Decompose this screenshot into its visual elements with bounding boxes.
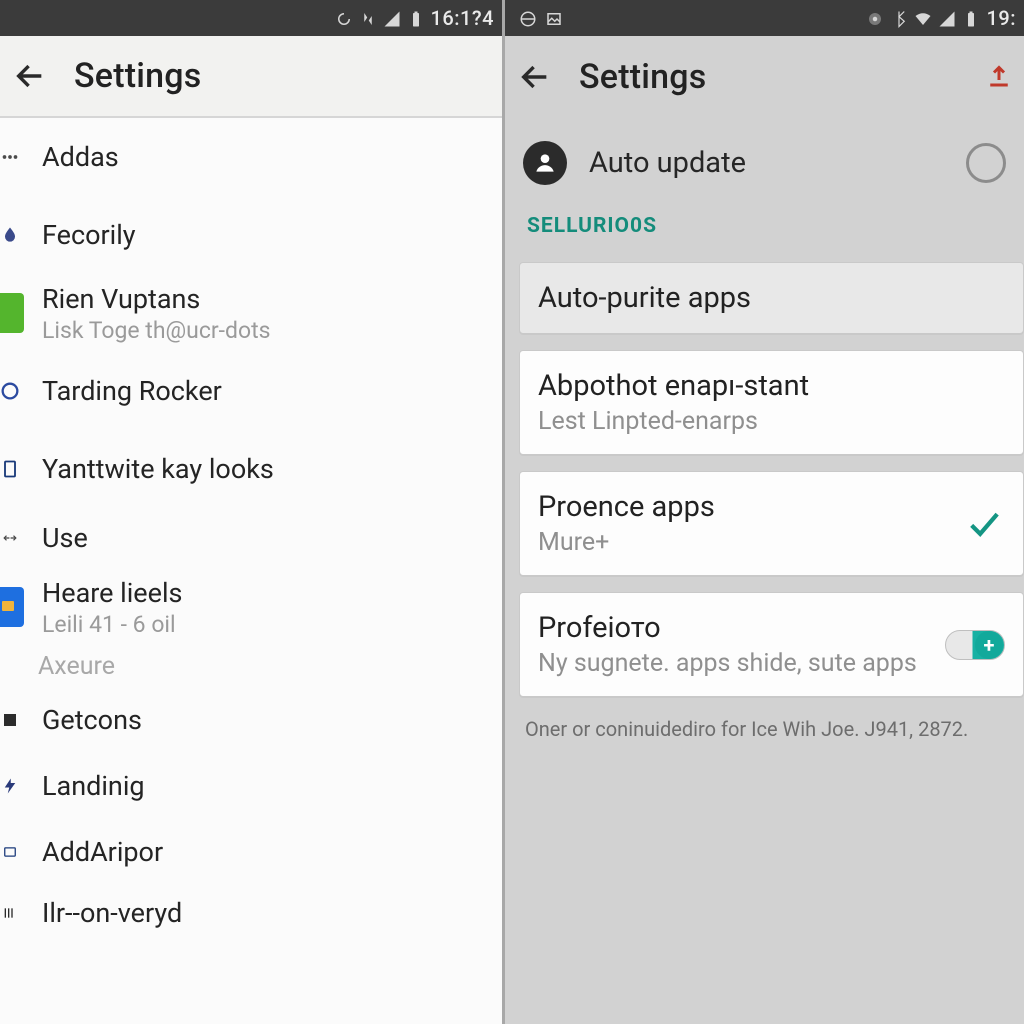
footnote: Oner or coninuidediro for Ice Wih Joe. J… (505, 707, 1024, 741)
compass-icon (519, 9, 537, 27)
left-settings-list: Addas Fecorily Rien Vuptans Lisk Toge th… (0, 118, 502, 1024)
right-appbar: Settings (505, 36, 1024, 118)
left-screen: 16:1?4 Settings Addas (0, 0, 505, 1024)
list-item[interactable]: AddAripor (0, 819, 502, 885)
list-item[interactable]: Heare lieels Leili 41 - 6 oil (0, 568, 502, 646)
list-item-title: Getcons (42, 704, 142, 736)
card-title: Abpothot enapı-stant (538, 369, 809, 403)
page-title: Settings (579, 57, 706, 97)
list-item[interactable]: Getcons (0, 687, 502, 753)
battery-icon (962, 9, 980, 27)
card-title: Profeiото (538, 611, 917, 645)
list-item[interactable]: Landinig (0, 753, 502, 819)
profile-icon (523, 141, 567, 185)
auto-update-label: Auto update (589, 146, 746, 180)
toggle-switch[interactable]: + (945, 630, 1005, 660)
checkmark-icon (961, 507, 1005, 541)
link-icon (0, 524, 24, 552)
card-subtitle: Lest Linpted-enarps (538, 407, 809, 436)
back-button[interactable] (511, 53, 559, 101)
list-item[interactable]: Addas (0, 118, 502, 196)
list-item[interactable]: Use (0, 508, 502, 568)
list-item-title: Fecorily (42, 219, 136, 251)
card-subtitle: Mure+ (538, 528, 715, 557)
card-proence-apps[interactable]: Proence apps Mure+ (519, 471, 1024, 576)
upload-icon[interactable] (984, 60, 1014, 94)
page-title: Settings (74, 56, 201, 96)
status-clock: 19: (986, 6, 1016, 30)
rect-icon (0, 838, 24, 866)
list-item-title: Addas (42, 141, 119, 173)
list-item-subtitle: Lisk Toge th@ucr-dots (42, 317, 271, 344)
card-auto-purite-apps[interactable]: Auto-purite apps (519, 262, 1024, 334)
list-item-title: Tarding Rocker (42, 375, 222, 407)
list-item-title: Landinig (42, 770, 145, 802)
list-item[interactable]: Fecorily (0, 196, 502, 274)
card-title: Auto-purite apps (538, 281, 751, 315)
back-button[interactable] (6, 52, 54, 100)
list-item-subtitle: Leili 41 - 6 oil (42, 611, 182, 638)
dots-icon (0, 143, 24, 171)
section-header: SELLURIO0S (505, 208, 1024, 256)
nfc-icon (359, 9, 377, 27)
list-item[interactable]: Yanttwite kay looks (0, 430, 502, 508)
sync-icon (335, 9, 353, 27)
card-abpothot[interactable]: Abpothot enapı-stant Lest Linpted-enarps (519, 350, 1024, 455)
card-subtitle: Ny sugnete. apps shide, sute apps (538, 649, 917, 678)
status-clock: 16:1?4 (431, 6, 494, 30)
plus-icon: + (975, 631, 1003, 659)
bars-icon (0, 899, 24, 927)
list-item[interactable]: Tarding Rocker (0, 352, 502, 430)
left-status-bar: 16:1?4 (0, 0, 502, 36)
cast-icon (866, 9, 884, 27)
list-item-title: Yanttwite kay looks (42, 453, 274, 485)
right-status-bar: 19: (505, 0, 1024, 36)
card-title: Proence apps (538, 490, 715, 524)
list-item-title: Rien Vuptans (42, 283, 271, 315)
auto-update-row[interactable]: Auto update (505, 118, 1024, 208)
droplet-icon (0, 221, 24, 249)
device-icon (0, 455, 24, 483)
battery-icon (407, 9, 425, 27)
card-profeioto[interactable]: Profeiото Ny sugnete. apps shide, sute a… (519, 592, 1024, 697)
list-item-title: Use (42, 522, 88, 554)
list-item-title: Ilr--on-veryd (42, 897, 182, 929)
square-icon (0, 706, 24, 734)
list-item-title: Heare lieels (42, 577, 182, 609)
list-item-title: AddAripor (42, 836, 163, 868)
back-arrow-icon (518, 60, 552, 94)
auto-update-radio[interactable] (966, 143, 1006, 183)
green-tile-icon (0, 299, 24, 327)
signal-icon (938, 9, 956, 27)
section-label: Axeure (0, 646, 502, 687)
list-item[interactable]: Ilr--on-veryd (0, 885, 502, 941)
bluetooth-icon (890, 9, 908, 27)
signal-icon (383, 9, 401, 27)
bolt-icon (0, 772, 24, 800)
left-appbar: Settings (0, 36, 502, 118)
wifi-icon (914, 9, 932, 27)
image-icon (545, 9, 563, 27)
right-screen: 19: Settings Auto update SELLURIO0S Aut (505, 0, 1024, 1024)
circle-icon (0, 377, 24, 405)
back-arrow-icon (13, 59, 47, 93)
blue-tile-icon (0, 593, 24, 621)
list-item[interactable]: Rien Vuptans Lisk Toge th@ucr-dots (0, 274, 502, 352)
